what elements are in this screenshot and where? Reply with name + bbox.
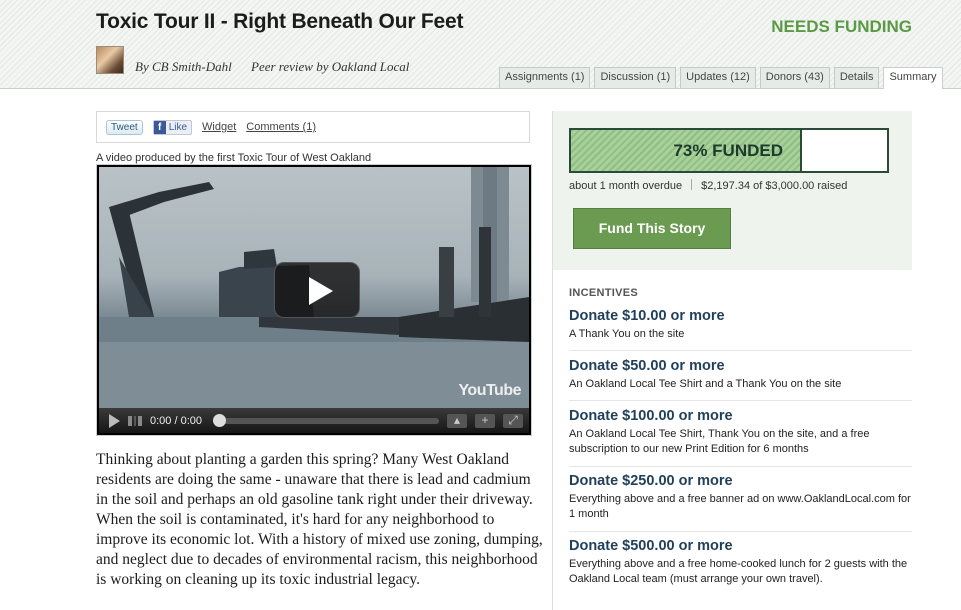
incentive-description: Everything above and a free banner ad on… [569,493,911,520]
video-caption: A video produced by the first Toxic Tour… [96,152,372,164]
facebook-like-button[interactable]: f Like [152,119,193,135]
byline: By CB Smith-Dahl Peer review by Oakland … [135,59,425,75]
page-title: Toxic Tour II - Right Beneath Our Feet [96,10,464,33]
fullscreen-icon[interactable]: ⤢ [503,413,523,428]
incentive-amount[interactable]: Donate $250.00 or more [569,473,912,489]
incentive-divider [569,400,912,401]
share-bar: Tweet f Like Widget Comments (1) [96,111,530,143]
tweet-button[interactable]: Tweet [106,119,143,135]
incentive-description: Everything above and a free home-cooked … [569,558,908,585]
incentive-amount[interactable]: Donate $10.00 or more [569,308,912,324]
incentive-item[interactable]: Donate $250.00 or more Everything above … [569,473,912,522]
peer-review-link[interactable]: Peer review by Oakland Local [251,59,409,74]
funding-progress-bar: 73% FUNDED [569,128,889,173]
play-icon[interactable] [109,413,120,428]
incentive-divider [569,531,912,532]
incentives-heading: INCENTIVES [569,287,639,299]
meta-divider [691,179,693,190]
video-thumbnail[interactable]: YouTube [99,167,529,408]
comments-link[interactable]: Comments (1) [246,121,316,133]
widget-link[interactable]: Widget [202,121,236,133]
facebook-icon: f [153,120,166,134]
play-overlay-button[interactable] [274,262,360,318]
incentive-divider [569,350,912,351]
overdue-text: about 1 month overdue [569,180,683,192]
volume-icon[interactable] [128,415,142,426]
youtube-logo[interactable]: YouTube [458,382,521,400]
video-progress-bar[interactable] [213,413,439,427]
story-body: Thinking about planting a garden this sp… [96,451,543,588]
incentive-amount[interactable]: Donate $50.00 or more [569,358,912,374]
tab-details[interactable]: Details [833,67,880,88]
incentive-description: An Oakland Local Tee Shirt, Thank You on… [569,428,870,455]
incentive-description: A Thank You on the site [569,328,685,340]
incentive-divider [569,466,912,467]
incentive-item[interactable]: Donate $50.00 or more An Oakland Local T… [569,358,912,392]
funding-panel: 73% FUNDED about 1 month overdue $2,197.3… [553,111,912,270]
incentive-amount[interactable]: Donate $500.00 or more [569,538,912,554]
like-label: Like [168,121,188,133]
author-avatar[interactable] [96,46,124,74]
tab-assignments[interactable]: Assignments (1) [499,67,591,88]
incentive-item[interactable]: Donate $10.00 or more A Thank You on the… [569,308,912,342]
video-player[interactable]: YouTube 0:00 / 0:00 ▴ + ⤢ [96,164,532,436]
tab-donors[interactable]: Donors (43) [759,67,830,88]
author-link[interactable]: By CB Smith-Dahl [135,59,232,74]
incentive-item[interactable]: Donate $100.00 or more An Oakland Local … [569,408,912,457]
plus-icon[interactable]: + [475,413,495,428]
video-controls: 0:00 / 0:00 ▴ + ⤢ [99,408,529,433]
incentive-item[interactable]: Donate $500.00 or more Everything above … [569,538,912,587]
incentive-amount[interactable]: Donate $100.00 or more [569,408,912,424]
story-tabs: Assignments (1) Discussion (1) Updates (… [499,67,943,89]
funding-meta: about 1 month overdue $2,197.34 of $3,000… [569,179,847,192]
video-scrubber-handle[interactable] [213,413,226,427]
raised-amount: $2,197.34 of $3,000.00 raised [701,180,848,192]
tab-summary[interactable]: Summary [883,67,943,89]
incentive-description: An Oakland Local Tee Shirt and a Thank Y… [569,378,842,390]
page-header: Toxic Tour II - Right Beneath Our Feet N… [0,0,961,89]
tab-updates[interactable]: Updates (12) [680,67,756,88]
funding-percent-label: 73% FUNDED [673,141,783,160]
fund-this-story-button[interactable]: Fund This Story [573,208,731,249]
tab-discussion[interactable]: Discussion (1) [594,67,677,88]
video-time: 0:00 / 0:00 [150,414,202,427]
funding-status-badge: NEEDS FUNDING [771,17,912,36]
expand-icon[interactable]: ▴ [447,413,467,428]
